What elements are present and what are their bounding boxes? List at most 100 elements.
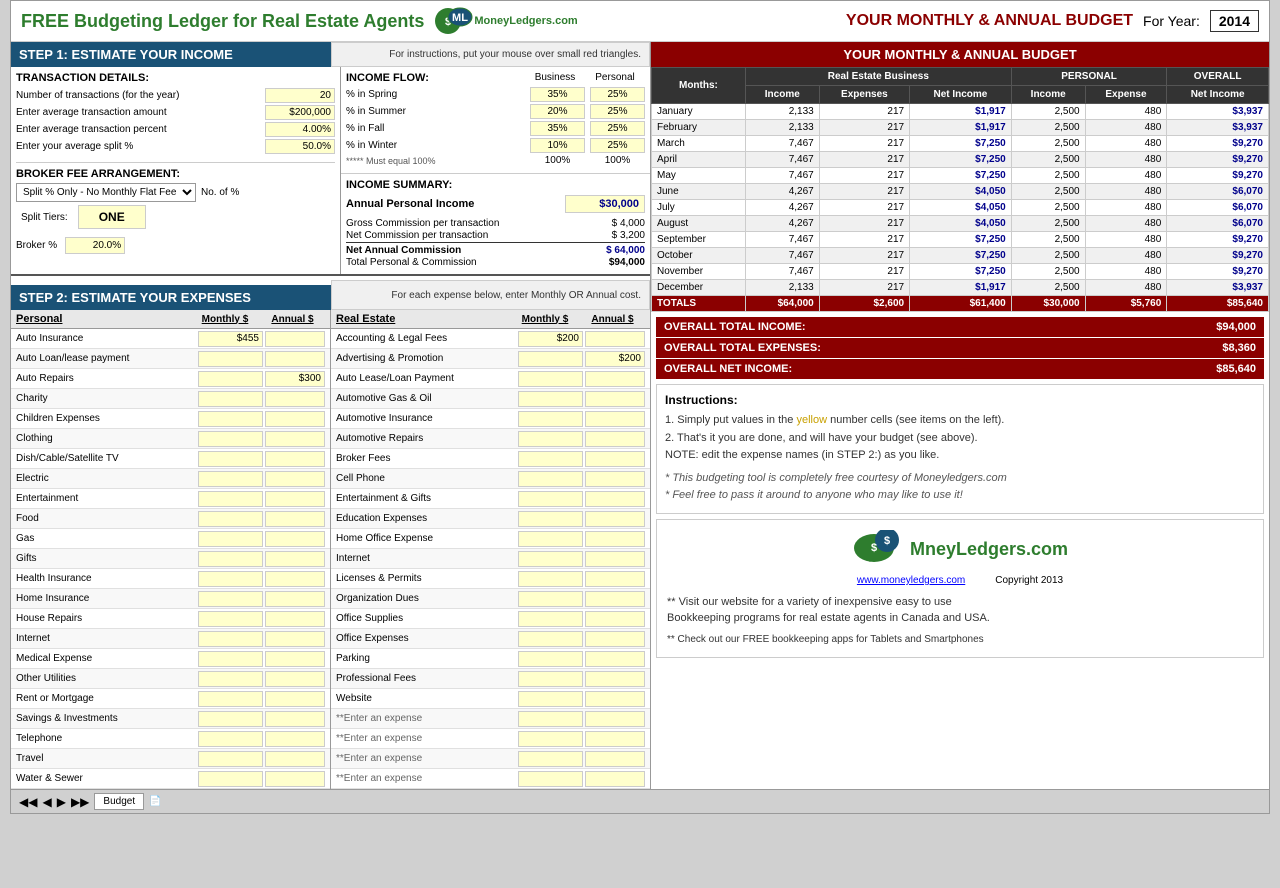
personal-annual-10[interactable] <box>265 531 325 547</box>
re-monthly-22[interactable] <box>518 771 583 787</box>
winter-personal[interactable] <box>590 138 645 153</box>
personal-annual-14[interactable] <box>265 611 325 627</box>
next-sheet-btn[interactable]: ▶ <box>57 795 66 809</box>
personal-monthly-15[interactable] <box>198 631 263 647</box>
re-monthly-13[interactable] <box>518 591 583 607</box>
broker-pct-value[interactable] <box>65 237 125 254</box>
personal-monthly-22[interactable] <box>198 771 263 787</box>
personal-annual-16[interactable] <box>265 651 325 667</box>
re-monthly-16[interactable] <box>518 651 583 667</box>
re-annual-6[interactable] <box>585 451 645 467</box>
re-monthly-3[interactable] <box>518 391 583 407</box>
trans-value-1[interactable] <box>265 105 335 120</box>
re-monthly-17[interactable] <box>518 671 583 687</box>
re-annual-15[interactable] <box>585 631 645 647</box>
personal-monthly-13[interactable] <box>198 591 263 607</box>
personal-annual-19[interactable] <box>265 711 325 727</box>
personal-monthly-8[interactable] <box>198 491 263 507</box>
re-monthly-11[interactable] <box>518 551 583 567</box>
personal-annual-17[interactable] <box>265 671 325 687</box>
personal-monthly-6[interactable] <box>198 451 263 467</box>
personal-monthly-3[interactable] <box>198 391 263 407</box>
re-annual-7[interactable] <box>585 471 645 487</box>
personal-monthly-16[interactable] <box>198 651 263 667</box>
re-monthly-8[interactable] <box>518 491 583 507</box>
personal-monthly-11[interactable] <box>198 551 263 567</box>
personal-annual-6[interactable] <box>265 451 325 467</box>
trans-value-2[interactable] <box>265 122 335 137</box>
personal-annual-11[interactable] <box>265 551 325 567</box>
re-annual-9[interactable] <box>585 511 645 527</box>
personal-monthly-1[interactable] <box>198 351 263 367</box>
re-annual-17[interactable] <box>585 671 645 687</box>
re-monthly-14[interactable] <box>518 611 583 627</box>
re-monthly-9[interactable] <box>518 511 583 527</box>
personal-monthly-4[interactable] <box>198 411 263 427</box>
re-annual-12[interactable] <box>585 571 645 587</box>
re-annual-1[interactable] <box>585 351 645 367</box>
re-monthly-21[interactable] <box>518 751 583 767</box>
re-monthly-18[interactable] <box>518 691 583 707</box>
personal-monthly-19[interactable] <box>198 711 263 727</box>
re-annual-0[interactable] <box>585 331 645 347</box>
winter-business[interactable] <box>530 138 585 153</box>
re-annual-8[interactable] <box>585 491 645 507</box>
personal-annual-1[interactable] <box>265 351 325 367</box>
personal-annual-8[interactable] <box>265 491 325 507</box>
re-annual-4[interactable] <box>585 411 645 427</box>
personal-monthly-18[interactable] <box>198 691 263 707</box>
personal-monthly-21[interactable] <box>198 751 263 767</box>
re-annual-19[interactable] <box>585 711 645 727</box>
personal-annual-20[interactable] <box>265 731 325 747</box>
trans-value-0[interactable] <box>265 88 335 103</box>
summer-business[interactable] <box>530 104 585 119</box>
annual-personal-value[interactable] <box>565 195 645 213</box>
personal-annual-13[interactable] <box>265 591 325 607</box>
re-monthly-2[interactable] <box>518 371 583 387</box>
personal-monthly-7[interactable] <box>198 471 263 487</box>
personal-annual-5[interactable] <box>265 431 325 447</box>
personal-monthly-17[interactable] <box>198 671 263 687</box>
re-annual-14[interactable] <box>585 611 645 627</box>
re-monthly-6[interactable] <box>518 451 583 467</box>
prev-sheet-btn[interactable]: ◀ <box>42 795 51 809</box>
personal-annual-12[interactable] <box>265 571 325 587</box>
personal-annual-2[interactable] <box>265 371 325 387</box>
re-monthly-10[interactable] <box>518 531 583 547</box>
trans-value-3[interactable] <box>265 139 335 154</box>
last-sheet-btn[interactable]: ▶▶ <box>71 795 89 809</box>
personal-annual-9[interactable] <box>265 511 325 527</box>
re-annual-11[interactable] <box>585 551 645 567</box>
fall-personal[interactable] <box>590 121 645 136</box>
personal-monthly-2[interactable] <box>198 371 263 387</box>
personal-monthly-9[interactable] <box>198 511 263 527</box>
re-annual-2[interactable] <box>585 371 645 387</box>
re-annual-10[interactable] <box>585 531 645 547</box>
personal-monthly-10[interactable] <box>198 531 263 547</box>
personal-monthly-14[interactable] <box>198 611 263 627</box>
personal-monthly-20[interactable] <box>198 731 263 747</box>
re-monthly-19[interactable] <box>518 711 583 727</box>
personal-annual-21[interactable] <box>265 751 325 767</box>
personal-monthly-0[interactable] <box>198 331 263 347</box>
personal-annual-7[interactable] <box>265 471 325 487</box>
re-monthly-4[interactable] <box>518 411 583 427</box>
ml-url[interactable]: www.moneyledgers.com <box>857 575 965 586</box>
spring-business[interactable] <box>530 87 585 102</box>
personal-annual-3[interactable] <box>265 391 325 407</box>
year-value[interactable]: 2014 <box>1210 10 1259 32</box>
personal-annual-0[interactable] <box>265 331 325 347</box>
re-annual-13[interactable] <box>585 591 645 607</box>
re-monthly-5[interactable] <box>518 431 583 447</box>
re-annual-3[interactable] <box>585 391 645 407</box>
personal-annual-4[interactable] <box>265 411 325 427</box>
personal-annual-15[interactable] <box>265 631 325 647</box>
broker-dropdown[interactable]: Split % Only - No Monthly Flat Fee <box>16 183 196 202</box>
re-annual-20[interactable] <box>585 731 645 747</box>
re-annual-21[interactable] <box>585 751 645 767</box>
re-annual-5[interactable] <box>585 431 645 447</box>
re-annual-18[interactable] <box>585 691 645 707</box>
prev-sheet-icon[interactable]: ◀◀ <box>19 795 37 809</box>
re-monthly-0[interactable] <box>518 331 583 347</box>
re-monthly-15[interactable] <box>518 631 583 647</box>
